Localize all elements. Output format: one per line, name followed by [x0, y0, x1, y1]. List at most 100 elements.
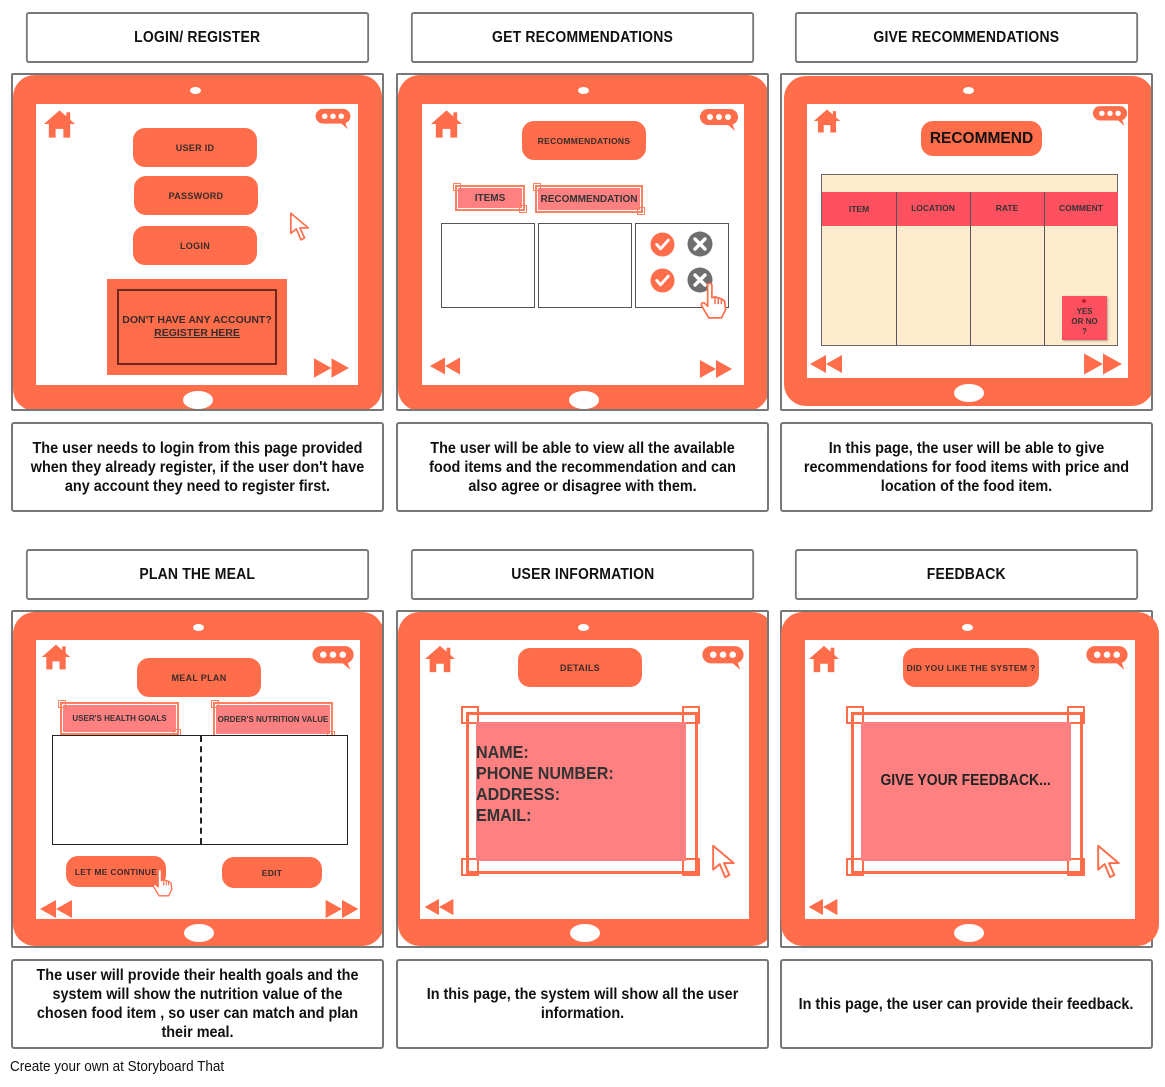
tablet-camera — [193, 624, 204, 631]
sticky-note-text: YES OR NO ? — [1071, 307, 1098, 336]
panel-title-user-information: USER INFORMATION — [410, 549, 755, 600]
rewind-icon[interactable] — [429, 356, 461, 376]
caption-text: In this page, the user can provide their… — [799, 995, 1134, 1013]
panel-login: USER ID PASSWORD LOGIN DON'T HAVE ANY AC… — [11, 73, 384, 411]
items-tag: ITEMS — [453, 183, 527, 213]
caption-text: The user will provide their health goals… — [36, 967, 359, 1041]
fast-forward-icon[interactable] — [1083, 352, 1123, 376]
nutrition-value-tag: ORDER'S NUTRITION VALUE — [211, 700, 335, 739]
column-header-location: LOCATION — [911, 203, 955, 213]
column-header-rate: RATE — [995, 203, 1019, 213]
tablet-frame: RECOMMENDATIONS ITEMS RECOMMENDATION — [398, 75, 767, 409]
x-circle-icon[interactable] — [687, 231, 713, 257]
fast-forward-icon[interactable] — [324, 899, 360, 919]
chat-bubble-icon[interactable] — [314, 108, 352, 130]
panel-title-text: LOGIN/ REGISTER — [134, 28, 261, 46]
register-link[interactable]: REGISTER HERE — [154, 327, 240, 340]
caption-text: The user will be able to view all the av… — [429, 439, 736, 495]
name-field-label: NAME: — [476, 742, 529, 762]
home-icon[interactable] — [424, 643, 456, 675]
recommend-table: ITEM LOCATION RATE COMMENT YES OR NO ? — [821, 174, 1118, 346]
rewind-icon[interactable] — [809, 354, 843, 374]
chat-bubble-icon[interactable] — [699, 108, 739, 132]
caption-text: In this page, the system will show all t… — [426, 986, 739, 1022]
tablet-camera — [578, 624, 589, 631]
did-you-like-header: DID YOU LIKE THE SYSTEM ? — [903, 648, 1039, 687]
tablet-home-button — [954, 924, 984, 942]
register-prompt: DON'T HAVE ANY ACCOUNT? — [122, 314, 272, 326]
hand-pointer-icon — [698, 282, 730, 320]
tablet-frame: MEAL PLAN USER'S HEALTH GOALS ORDER'S NU… — [13, 612, 382, 946]
chat-bubble-icon[interactable] — [700, 645, 746, 671]
recommend-header: RECOMMEND — [921, 121, 1042, 156]
tablet-screen: DID YOU LIKE THE SYSTEM ? GIVE YOUR FEED… — [805, 640, 1135, 919]
panel-title-text: PLAN THE MEAL — [139, 565, 256, 583]
user-id-field[interactable]: USER ID — [133, 128, 257, 167]
phone-field-label: PHONE NUMBER: — [476, 763, 614, 783]
tablet-camera — [578, 87, 589, 94]
chat-bubble-icon[interactable] — [1092, 105, 1128, 127]
panel-title-feedback: FEEDBACK — [794, 549, 1139, 600]
rewind-icon[interactable] — [423, 898, 455, 916]
hand-pointer-icon — [151, 868, 175, 898]
cursor-arrow-icon — [1096, 841, 1122, 883]
home-icon[interactable] — [41, 643, 71, 671]
panel-feedback: DID YOU LIKE THE SYSTEM ? GIVE YOUR FEED… — [780, 610, 1159, 948]
fast-forward-icon[interactable] — [313, 357, 350, 379]
rewind-icon[interactable] — [38, 899, 74, 919]
tablet-home-button — [569, 391, 599, 409]
edit-button[interactable]: EDIT — [222, 857, 322, 888]
tablet-frame: DETAILS NAME: PHONE NUMBER: ADDRESS: EMA… — [398, 612, 767, 946]
panel-title-login: LOGIN/ REGISTER — [25, 12, 370, 63]
home-icon[interactable] — [430, 109, 463, 139]
panel-caption-plan-meal: The user will provide their health goals… — [11, 959, 384, 1049]
items-box — [441, 223, 535, 308]
column-header-comment: COMMENT — [1059, 203, 1103, 213]
home-icon[interactable] — [808, 643, 840, 675]
panel-title-plan-meal: PLAN THE MEAL — [25, 549, 370, 600]
panel-caption-give-recommendations: In this page, the user will be able to g… — [780, 422, 1153, 512]
register-panel: DON'T HAVE ANY ACCOUNT? REGISTER HERE — [107, 279, 287, 375]
chat-bubble-icon[interactable] — [309, 645, 357, 671]
tablet-screen: MEAL PLAN USER'S HEALTH GOALS ORDER'S NU… — [36, 640, 360, 919]
pin-icon — [1082, 299, 1086, 303]
chat-bubble-icon[interactable] — [1084, 645, 1130, 671]
tablet-camera — [963, 87, 974, 94]
tablet-screen: USER ID PASSWORD LOGIN DON'T HAVE ANY AC… — [36, 104, 358, 385]
storyboard-credit[interactable]: Create your own at Storyboard That — [10, 1059, 224, 1075]
panel-give-recommendations: RECOMMEND ITEM LOCATION RATE COMMENT YES… — [780, 73, 1153, 411]
feedback-input[interactable]: GIVE YOUR FEEDBACK... — [861, 722, 1071, 861]
cursor-arrow-icon — [289, 211, 311, 243]
tablet-frame: RECOMMEND ITEM LOCATION RATE COMMENT YES… — [784, 76, 1151, 406]
home-icon[interactable] — [813, 108, 841, 134]
check-circle-icon[interactable] — [650, 232, 675, 257]
sticky-note: YES OR NO ? — [1062, 296, 1107, 340]
fast-forward-icon[interactable] — [699, 358, 733, 380]
address-field-label: ADDRESS: — [476, 784, 561, 804]
tablet-screen: RECOMMENDATIONS ITEMS RECOMMENDATION — [422, 104, 744, 385]
tablet-home-button — [183, 391, 213, 409]
feedback-placeholder: GIVE YOUR FEEDBACK... — [880, 771, 1052, 789]
tablet-home-button — [954, 384, 984, 402]
meal-plan-header: MEAL PLAN — [137, 658, 261, 697]
health-goals-tag: USER'S HEALTH GOALS — [58, 700, 181, 737]
dashed-divider — [200, 736, 202, 844]
home-icon[interactable] — [43, 109, 76, 139]
column-header-item: ITEM — [848, 204, 870, 214]
panel-title-text: USER INFORMATION — [510, 565, 655, 583]
tablet-camera — [962, 624, 973, 631]
caption-text: In this page, the user will be able to g… — [803, 439, 1130, 495]
check-circle-icon[interactable] — [650, 268, 675, 293]
panel-caption-user-information: In this page, the system will show all t… — [396, 959, 769, 1049]
user-details-card: NAME: PHONE NUMBER: ADDRESS: EMAIL: — [476, 722, 686, 861]
rewind-icon[interactable] — [807, 898, 839, 916]
recommendation-box — [538, 223, 632, 308]
panel-title-text: GET RECOMMENDATIONS — [492, 28, 673, 46]
login-button[interactable]: LOGIN — [133, 226, 257, 265]
email-field-label: EMAIL: — [476, 805, 532, 825]
panel-title-text: GIVE RECOMMENDATIONS — [873, 28, 1060, 46]
panel-get-recommendations: RECOMMENDATIONS ITEMS RECOMMENDATION — [396, 73, 769, 411]
panel-title-get-recommendations: GET RECOMMENDATIONS — [410, 12, 755, 63]
register-box: DON'T HAVE ANY ACCOUNT? REGISTER HERE — [117, 289, 277, 365]
password-field[interactable]: PASSWORD — [134, 176, 258, 215]
